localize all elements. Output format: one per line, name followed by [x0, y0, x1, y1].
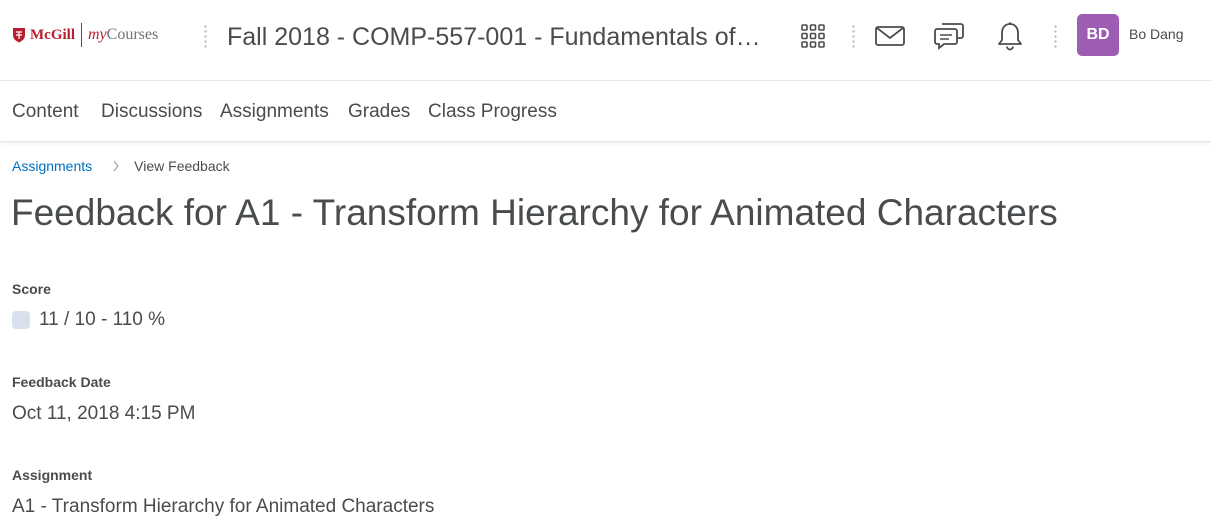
grid-icon[interactable] — [796, 19, 830, 53]
chat-icon-glyph — [934, 23, 964, 50]
header-divider — [204, 24, 207, 48]
nav-item-grades[interactable]: Grades — [348, 100, 410, 124]
mcgill-shield-icon — [13, 28, 25, 43]
logo-product-prefix: my — [88, 26, 107, 43]
score-row: 11 / 10 - 110 % — [12, 309, 165, 331]
bell-icon[interactable] — [993, 19, 1027, 53]
chevron-right-icon — [113, 160, 119, 172]
grid-icon-glyph — [801, 24, 825, 48]
chat-icon[interactable] — [932, 19, 966, 53]
nav-item-discussions[interactable]: Discussions — [101, 100, 202, 124]
score-swatch — [12, 311, 30, 329]
course-title[interactable]: Fall 2018 - COMP-557-001 - Fundamentals … — [227, 20, 767, 54]
breadcrumb-current: View Feedback — [134, 158, 230, 174]
user-name[interactable]: Bo Dang — [1129, 26, 1183, 42]
breadcrumb-assignments-link[interactable]: Assignments — [12, 158, 92, 174]
avatar[interactable]: BD — [1077, 14, 1119, 56]
logo-divider — [81, 23, 82, 47]
logo-brand: McGill — [30, 26, 75, 43]
feedback-date-label: Feedback Date — [12, 374, 111, 390]
logo-product: myCourses — [88, 26, 158, 44]
mail-icon-glyph — [875, 26, 905, 46]
course-navbar: Content Discussions Assignments Grades C… — [0, 81, 1211, 142]
page-title: Feedback for A1 - Transform Hierarchy fo… — [11, 192, 1058, 233]
header-divider — [852, 24, 855, 48]
nav-item-class-progress[interactable]: Class Progress — [428, 100, 557, 124]
nav-item-assignments[interactable]: Assignments — [220, 100, 329, 124]
bell-icon-glyph — [998, 22, 1022, 51]
top-header: McGill myCourses Fall 2018 - COMP-557-00… — [0, 0, 1211, 81]
breadcrumb: Assignments View Feedback — [12, 158, 230, 174]
feedback-date-value: Oct 11, 2018 4:15 PM — [12, 403, 196, 424]
nav-item-content[interactable]: Content — [12, 100, 79, 124]
score-value: 11 / 10 - 110 % — [39, 309, 166, 330]
score-label: Score — [12, 281, 51, 297]
logo-product-suffix: Courses — [106, 26, 159, 43]
mail-icon[interactable] — [873, 19, 907, 53]
assignment-label: Assignment — [12, 467, 93, 483]
assignment-value: A1 - Transform Hierarchy for Animated Ch… — [12, 496, 435, 517]
mycourses-logo[interactable]: McGill myCourses — [12, 22, 158, 48]
header-divider — [1054, 24, 1057, 48]
